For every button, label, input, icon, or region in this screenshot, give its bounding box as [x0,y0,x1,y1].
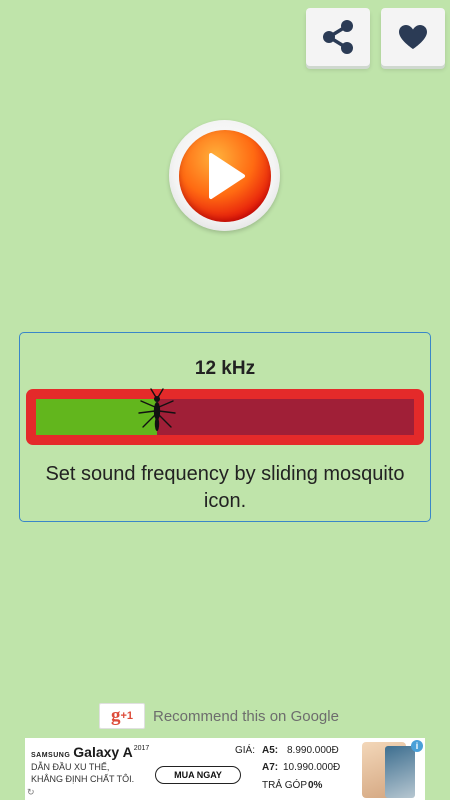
ad-a7-price: 10.990.000Đ [283,762,341,773]
ad-a5-label: A5: [262,745,279,756]
recommend-text: Recommend this on Google [153,707,339,725]
share-icon [323,20,353,54]
gplus-suffix: +1 [120,710,134,722]
frequency-panel: 12 kHz Set sound frequency by sliding mo… [19,332,431,522]
heart-icon [399,25,427,49]
ad-brand: SAMSUNG Galaxy A 2017 [31,744,149,760]
mosquito-icon[interactable] [137,387,177,433]
play-icon [208,152,245,199]
ad-brand-name: Galaxy A [73,744,133,760]
ad-buy-now-button[interactable]: MUA NGAY [155,766,241,784]
ad-installment-rate: 0% [308,780,323,791]
ad-brand-prefix: SAMSUNG [31,752,71,759]
ad-tagline-1: DẪN ĐẦU XU THẾ, [31,762,110,772]
favorite-button[interactable] [381,8,445,66]
ad-tagline-2: KHẲNG ĐỊNH CHẤT TÔI. [31,774,135,784]
ad-a5-price: 8.990.000Đ [287,745,339,756]
ad-banner[interactable]: SAMSUNG Galaxy A 2017 DẪN ĐẦU XU THẾ, KH… [25,738,425,800]
instructions-text: Set sound frequency by sliding mosquito … [45,463,405,512]
share-button[interactable] [306,8,370,66]
slider-track[interactable] [36,388,414,435]
ad-installment: TRẢ GÓP [262,780,308,791]
ad-info-icon[interactable]: i [411,740,423,752]
ad-phone-image-2 [385,746,415,798]
recommend-bar: g +1 Recommend this on Google [99,703,339,729]
ad-a7-label: A7: [262,762,279,773]
google-plus-one-button[interactable]: g +1 [99,703,145,729]
ad-brand-year: 2017 [133,745,150,752]
gplus-g-label: g [110,705,121,726]
frequency-value: 12 kHz [194,358,256,379]
frequency-slider[interactable] [26,388,424,445]
ad-price-prefix: GIÁ: [235,745,256,756]
ad-corner-icon: ↻ [27,787,35,797]
play-button[interactable] [169,120,280,231]
play-button-face [178,129,271,222]
